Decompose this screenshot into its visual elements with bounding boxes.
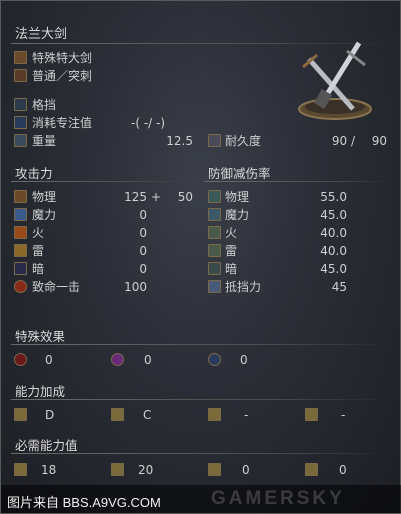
defense-magic-value: 45.0: [320, 208, 347, 222]
stability-icon: [208, 280, 221, 293]
defense-magic-label: 魔力: [225, 208, 250, 222]
req-faith: 0: [339, 463, 347, 477]
durability-value: 90 /: [331, 134, 355, 148]
attack-type-icon: [14, 69, 27, 82]
scaling-header: 能力加成: [15, 384, 66, 399]
attack-dark-value: 0: [139, 262, 147, 276]
defense-header: 防御减伤率: [208, 166, 271, 181]
attack-magic-value: 0: [139, 208, 147, 222]
special-poison-value: 0: [144, 353, 152, 367]
physical-defense-icon: [208, 190, 221, 203]
durability-max: 90: [371, 134, 387, 148]
bleed-icon: [14, 353, 27, 366]
weapon-sword-icon: [298, 41, 372, 120]
weapon-stats-panel: 法兰大剑 特殊特大剑 普通／突刺 格挡 消耗专注值 -( -/ -) 重量 12…: [0, 0, 401, 514]
critical-icon: [14, 280, 27, 293]
defense-lightning-value: 40.0: [320, 244, 347, 258]
special-effects-header: 特殊效果: [15, 329, 66, 344]
attack-lightning-value: 0: [139, 244, 147, 258]
defense-physical-label: 物理: [225, 190, 250, 204]
watermark-gamersky: GAMERSKY: [211, 488, 345, 509]
defense-physical-value: 55.0: [320, 190, 347, 204]
weapon-type-icon: [14, 51, 27, 64]
scaling-intelligence: -: [244, 408, 249, 422]
req-dexterity: 20: [138, 463, 154, 477]
attack-physical-bonus-sign: +: [151, 190, 162, 204]
fp-cost-label: 消耗专注值: [32, 116, 93, 130]
attack-lightning-label: 雷: [32, 244, 45, 258]
weapon-type: 特殊特大剑: [32, 51, 93, 65]
defense-lightning-label: 雷: [225, 244, 238, 258]
attack-fire-value: 0: [139, 226, 147, 240]
dark-defense-icon: [208, 262, 221, 275]
defense-stability-value: 45: [331, 280, 347, 294]
durability-icon: [208, 134, 221, 147]
scaling-strength: D: [45, 408, 55, 422]
attack-physical-bonus: 50: [177, 190, 193, 204]
frost-icon: [208, 353, 221, 366]
fire-attack-icon: [14, 226, 27, 239]
poison-icon: [111, 353, 124, 366]
defense-fire-value: 40.0: [320, 226, 347, 240]
weapon-name: 法兰大剑: [15, 27, 68, 42]
attack-header: 攻击力: [15, 166, 53, 181]
special-bleed-value: 0: [45, 353, 53, 367]
attack-critical-value: 100: [124, 280, 147, 294]
divider: [11, 344, 391, 345]
magic-defense-icon: [208, 208, 221, 221]
attack-critical-label: 致命一击: [32, 280, 81, 294]
magic-attack-icon: [14, 208, 27, 221]
strength-req-icon: [14, 463, 27, 476]
divider: [11, 181, 197, 182]
req-intelligence: 0: [242, 463, 250, 477]
durability-label: 耐久度: [225, 134, 262, 148]
attack-magic-label: 魔力: [32, 208, 57, 222]
faith-req-icon: [305, 463, 318, 476]
defense-dark-label: 暗: [225, 262, 238, 276]
fp-cost-value: -( -/ -): [131, 116, 166, 130]
weight-label: 重量: [32, 134, 57, 148]
req-strength: 18: [41, 463, 57, 477]
strength-icon: [14, 408, 27, 421]
lightning-attack-icon: [14, 244, 27, 257]
watermark-source: 图片来自 BBS.A9VG.COM: [7, 495, 161, 510]
divider: [11, 399, 391, 400]
dark-attack-icon: [14, 262, 27, 275]
fire-defense-icon: [208, 226, 221, 239]
dexterity-req-icon: [111, 463, 124, 476]
attack-type: 普通／突刺: [32, 69, 93, 83]
requirements-header: 必需能力值: [15, 438, 78, 453]
dexterity-icon: [111, 408, 124, 421]
scaling-faith: -: [341, 408, 346, 422]
special-frost-value: 0: [240, 353, 248, 367]
attack-dark-label: 暗: [32, 262, 45, 276]
scaling-dexterity: C: [143, 408, 152, 422]
intelligence-icon: [208, 408, 221, 421]
skill-icon: [14, 98, 27, 111]
faith-icon: [305, 408, 318, 421]
weight-icon: [14, 134, 27, 147]
defense-fire-label: 火: [225, 226, 238, 240]
physical-attack-icon: [14, 190, 27, 203]
weight-value: 12.5: [166, 134, 193, 148]
defense-dark-value: 45.0: [320, 262, 347, 276]
fp-icon: [14, 116, 27, 129]
attack-physical-value: 125: [124, 190, 147, 204]
divider: [204, 181, 391, 182]
lightning-defense-icon: [208, 244, 221, 257]
intelligence-req-icon: [208, 463, 221, 476]
attack-physical-label: 物理: [32, 190, 57, 204]
defense-stability-label: 抵挡力: [225, 280, 262, 294]
attack-fire-label: 火: [32, 226, 45, 240]
skill-label: 格挡: [32, 98, 57, 112]
divider: [11, 453, 391, 454]
